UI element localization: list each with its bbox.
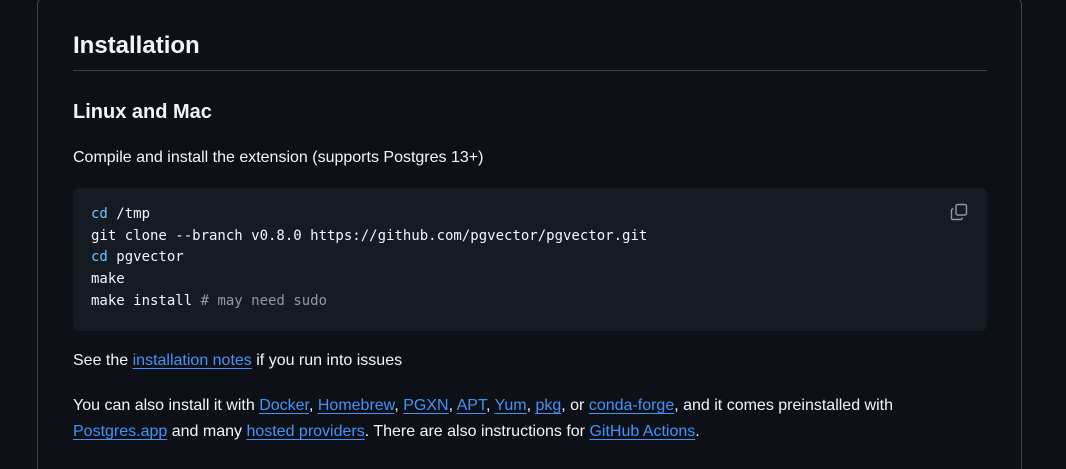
text: , and it comes preinstalled with xyxy=(674,397,893,414)
github-actions-link[interactable]: GitHub Actions xyxy=(589,423,695,440)
text: , or xyxy=(561,397,589,414)
install-options-paragraph: You can also install it with Docker, Hom… xyxy=(73,393,987,445)
heading-divider xyxy=(73,70,987,71)
docker-link[interactable]: Docker xyxy=(259,397,309,414)
page: Installation Linux and Mac Compile and i… xyxy=(0,0,1066,469)
hosted-providers-link[interactable]: hosted providers xyxy=(246,423,364,440)
text: , xyxy=(308,397,318,414)
copy-icon xyxy=(950,203,968,221)
text: . xyxy=(695,423,700,440)
copy-button[interactable] xyxy=(949,202,969,222)
notes-prefix: See the xyxy=(73,352,133,369)
postgres-app-link[interactable]: Postgres.app xyxy=(73,423,167,440)
text: , xyxy=(485,397,495,414)
apt-link[interactable]: APT xyxy=(457,397,486,414)
linux-mac-heading: Linux and Mac xyxy=(73,101,212,123)
code-keyword: cd xyxy=(91,249,108,266)
text: , xyxy=(394,397,404,414)
text: . There are also instructions for xyxy=(364,423,590,440)
yum-link[interactable]: Yum xyxy=(495,397,527,414)
code-content[interactable]: cd /tmp git clone --branch v0.8.0 https:/… xyxy=(91,204,647,313)
conda-forge-link[interactable]: conda-forge xyxy=(589,397,674,414)
installation-heading: Installation xyxy=(73,32,200,59)
installation-notes-link[interactable]: installation notes xyxy=(133,352,252,369)
code-line: make install # may need sudo xyxy=(91,291,647,313)
code-text: make xyxy=(91,271,125,288)
code-text: /tmp xyxy=(107,206,151,222)
notes-paragraph: See the installation notes if you run in… xyxy=(73,348,402,374)
code-line: cd /tmp xyxy=(91,204,647,226)
intro-paragraph: Compile and install the extension (suppo… xyxy=(73,149,484,166)
code-text: pgvector xyxy=(107,249,184,266)
code-line: git clone --branch v0.8.0 https://github… xyxy=(91,226,647,248)
code-text: git clone --branch v0.8.0 https://github… xyxy=(91,227,648,244)
code-line: make xyxy=(91,269,647,291)
code-keyword: cd xyxy=(91,206,108,222)
pkg-link[interactable]: pkg xyxy=(535,397,561,414)
text: You can also install it with xyxy=(73,397,260,414)
pgxn-link[interactable]: PGXN xyxy=(403,397,448,414)
homebrew-link[interactable]: Homebrew xyxy=(318,397,394,414)
notes-suffix: if you run into issues xyxy=(251,352,403,369)
code-block: cd /tmp git clone --branch v0.8.0 https:/… xyxy=(73,188,987,331)
text: and many xyxy=(167,423,247,440)
code-line: cd pgvector xyxy=(91,247,647,269)
code-text: make install xyxy=(91,292,201,309)
text: , xyxy=(448,397,457,414)
code-comment: # may need sudo xyxy=(200,292,328,309)
